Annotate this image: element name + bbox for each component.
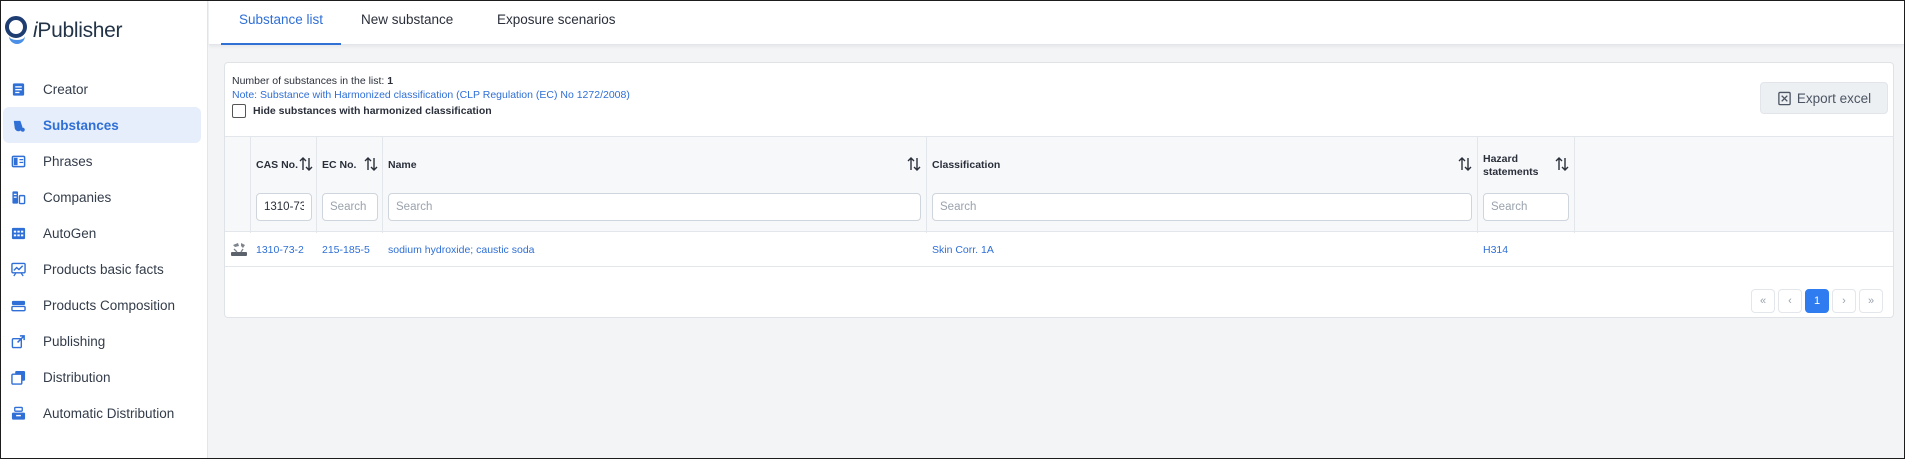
- export-excel-button[interactable]: Export excel: [1760, 82, 1888, 114]
- sidebar-item-label: Companies: [43, 189, 112, 205]
- substance-list-card: Number of substances in the list: 1 Note…: [224, 62, 1894, 318]
- sidebar-item-publishing[interactable]: Publishing: [3, 323, 201, 359]
- top-tabs: Substance list New substance Exposure sc…: [209, 1, 1904, 45]
- sidebar: iPublisher Creator Substances Phrases Co…: [1, 1, 208, 458]
- sidebar-item-label: Creator: [43, 81, 89, 97]
- last-page-button[interactable]: »: [1859, 289, 1883, 313]
- sidebar-nav: Creator Substances Phrases Companies Aut…: [1, 71, 207, 431]
- first-page-button[interactable]: «: [1751, 289, 1775, 313]
- sidebar-item-label: Substances: [43, 117, 119, 133]
- sidebar-item-label: AutoGen: [43, 225, 97, 241]
- sidebar-item-distribution[interactable]: Distribution: [3, 359, 201, 395]
- tab-new-substance[interactable]: New substance: [343, 1, 471, 45]
- hazard-cell[interactable]: H314: [1483, 233, 1508, 267]
- hide-harmonized-label: Hide substances with harmonized classifi…: [253, 105, 492, 117]
- sidebar-item-creator[interactable]: Creator: [3, 71, 201, 107]
- tab-substance-list[interactable]: Substance list: [221, 1, 342, 45]
- column-hazard: Hazard statements: [1478, 137, 1575, 233]
- page-button-current[interactable]: 1: [1805, 289, 1829, 313]
- app-logo[interactable]: iPublisher: [1, 1, 207, 61]
- sidebar-item-autogen[interactable]: AutoGen: [3, 215, 201, 251]
- sort-icon[interactable]: [364, 156, 378, 172]
- sort-icon[interactable]: [299, 156, 313, 172]
- tab-exposure-scenarios[interactable]: Exposure scenarios: [479, 1, 634, 45]
- column-title-ec: EC No.: [322, 159, 357, 171]
- column-title-name: Name: [388, 159, 417, 171]
- sidebar-item-label: Automatic Distribution: [43, 405, 175, 421]
- distribution-icon: [10, 369, 26, 385]
- corrosive-icon: [230, 240, 248, 258]
- layers-icon: [10, 297, 26, 313]
- logo-text: iPublisher: [33, 19, 123, 42]
- column-title-hazard: Hazard statements: [1483, 153, 1539, 178]
- logo-icon: [5, 16, 27, 46]
- column-name: Name: [383, 137, 927, 233]
- ec-cell[interactable]: 215-185-5: [322, 233, 370, 267]
- flask-drop-icon: [10, 117, 26, 133]
- classification-filter-input[interactable]: [932, 193, 1472, 221]
- name-cell[interactable]: sodium hydroxide; caustic soda: [388, 233, 535, 267]
- app-window: iPublisher Creator Substances Phrases Co…: [0, 0, 1905, 459]
- column-title-classification: Classification: [932, 159, 1001, 171]
- sidebar-item-automatic-distribution[interactable]: Automatic Distribution: [3, 395, 201, 431]
- table-header: CAS No. EC No. Name Classification H: [225, 136, 1893, 233]
- sidebar-item-products-basic-facts[interactable]: Products basic facts: [3, 251, 201, 287]
- tray-icon: [10, 405, 26, 421]
- cas-filter-input[interactable]: [256, 193, 312, 221]
- classification-cell[interactable]: Skin Corr. 1A: [932, 233, 994, 267]
- name-filter-input[interactable]: [388, 193, 921, 221]
- next-page-button[interactable]: ›: [1832, 289, 1856, 313]
- sidebar-item-label: Products Composition: [43, 297, 176, 313]
- document-icon: [10, 81, 26, 97]
- sidebar-item-substances[interactable]: Substances: [3, 107, 201, 143]
- column-ec: EC No.: [317, 137, 383, 233]
- sort-icon[interactable]: [1555, 156, 1569, 172]
- sidebar-item-label: Phrases: [43, 153, 93, 169]
- pagination: « ‹ 1 › »: [1748, 289, 1883, 313]
- table-row[interactable]: 1310-73-2 215-185-5 sodium hydroxide; ca…: [225, 233, 1893, 267]
- sidebar-item-label: Products basic facts: [43, 261, 164, 277]
- ec-filter-input[interactable]: [322, 193, 378, 221]
- sidebar-item-label: Publishing: [43, 333, 106, 349]
- building-icon: [10, 189, 26, 205]
- sidebar-item-label: Distribution: [43, 369, 111, 385]
- column-cas: CAS No.: [251, 137, 317, 233]
- export-excel-label: Export excel: [1796, 90, 1872, 106]
- sort-icon[interactable]: [907, 156, 921, 172]
- column-title-cas: CAS No.: [256, 159, 298, 171]
- sidebar-item-phrases[interactable]: Phrases: [3, 143, 201, 179]
- sidebar-item-companies[interactable]: Companies: [3, 179, 201, 215]
- icon-column-header: [225, 137, 251, 233]
- substance-count: Number of substances in the list: 1: [232, 75, 394, 87]
- book-icon: [10, 153, 26, 169]
- harmonized-note: Note: Substance with Harmonized classifi…: [232, 89, 630, 101]
- hazard-filter-input[interactable]: [1483, 193, 1569, 221]
- publish-icon: [10, 333, 26, 349]
- grid-icon: [10, 225, 26, 241]
- excel-icon: [1778, 91, 1791, 105]
- sidebar-item-products-composition[interactable]: Products Composition: [3, 287, 201, 323]
- hide-harmonized-checkbox[interactable]: [232, 104, 246, 118]
- prev-page-button[interactable]: ‹: [1778, 289, 1802, 313]
- cas-cell[interactable]: 1310-73-2: [256, 233, 304, 267]
- column-classification: Classification: [927, 137, 1478, 233]
- sort-icon[interactable]: [1458, 156, 1472, 172]
- hide-harmonized-toggle[interactable]: Hide substances with harmonized classifi…: [232, 104, 630, 118]
- chart-icon: [10, 261, 26, 277]
- list-info: Number of substances in the list: 1 Note…: [232, 74, 630, 118]
